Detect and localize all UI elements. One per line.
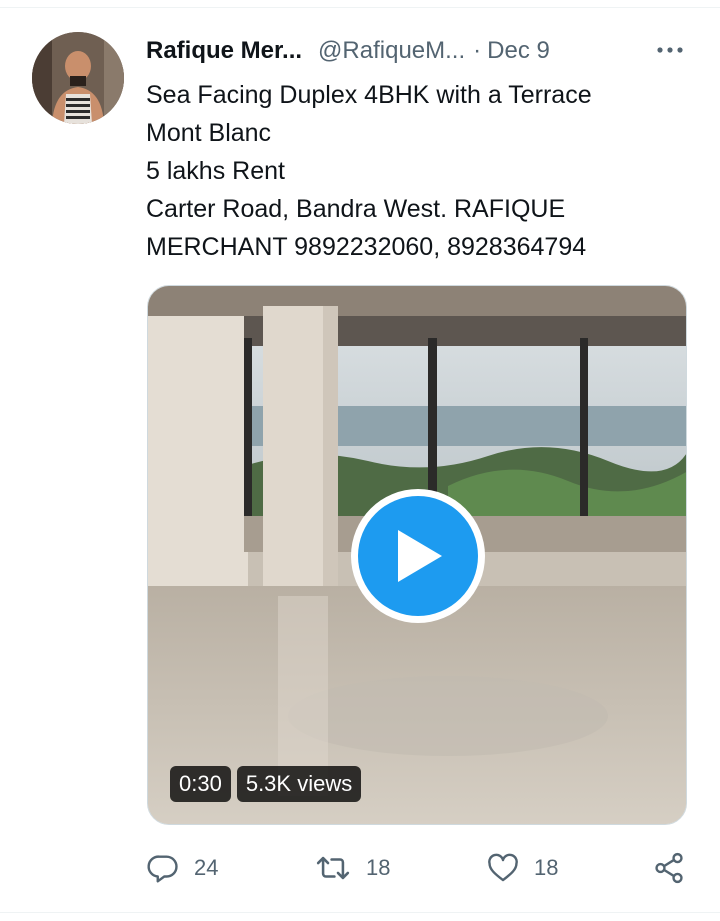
play-button[interactable] bbox=[351, 489, 485, 623]
tweet-text: Sea Facing Duplex 4BHK with a Terrace Mo… bbox=[146, 76, 686, 266]
separator-dot: · bbox=[473, 37, 482, 64]
reply-icon bbox=[147, 855, 178, 883]
play-icon bbox=[398, 530, 442, 582]
like-button[interactable]: 18 bbox=[486, 848, 558, 888]
tweet-text-line: MERCHANT 9892232060, 8928364794 bbox=[146, 233, 587, 261]
video-duration: 0:30 bbox=[170, 766, 231, 802]
more-horizontal-icon bbox=[657, 47, 683, 53]
bottom-divider bbox=[0, 912, 720, 913]
retweet-button[interactable]: 18 bbox=[314, 848, 390, 888]
author-name[interactable]: Rafique Mer... bbox=[146, 37, 302, 65]
tweet-text-line: Carter Road, Bandra West. RAFIQUE bbox=[146, 195, 566, 223]
avatar[interactable] bbox=[32, 32, 124, 124]
reply-button[interactable]: 24 bbox=[146, 848, 218, 888]
tweet-date[interactable]: Dec 9 bbox=[487, 37, 550, 65]
tweet-actions: 24 18 18 bbox=[146, 848, 691, 888]
tweet-header: Rafique Mer... @RafiqueM... · Dec 9 bbox=[146, 34, 550, 68]
tweet-text-line: 5 lakhs Rent bbox=[146, 157, 285, 185]
tweet-text-line: Sea Facing Duplex 4BHK with a Terrace bbox=[146, 81, 592, 109]
author-handle[interactable]: @RafiqueM... bbox=[318, 37, 465, 65]
retweet-count: 18 bbox=[366, 855, 391, 880]
reply-count: 24 bbox=[194, 855, 219, 880]
video-player[interactable]: 0:30 5.3K views bbox=[147, 285, 687, 825]
share-icon bbox=[655, 852, 683, 884]
share-button[interactable] bbox=[652, 848, 686, 888]
more-options-button[interactable] bbox=[652, 36, 688, 64]
video-badges: 0:30 5.3K views bbox=[170, 766, 362, 802]
tweet-text-line: Mont Blanc bbox=[146, 119, 272, 147]
video-views: 5.3K views bbox=[236, 766, 362, 802]
like-count: 18 bbox=[534, 855, 559, 880]
heart-icon bbox=[488, 853, 518, 882]
top-divider bbox=[0, 7, 720, 8]
play-button-circle bbox=[358, 496, 478, 616]
retweet-icon bbox=[316, 856, 350, 880]
